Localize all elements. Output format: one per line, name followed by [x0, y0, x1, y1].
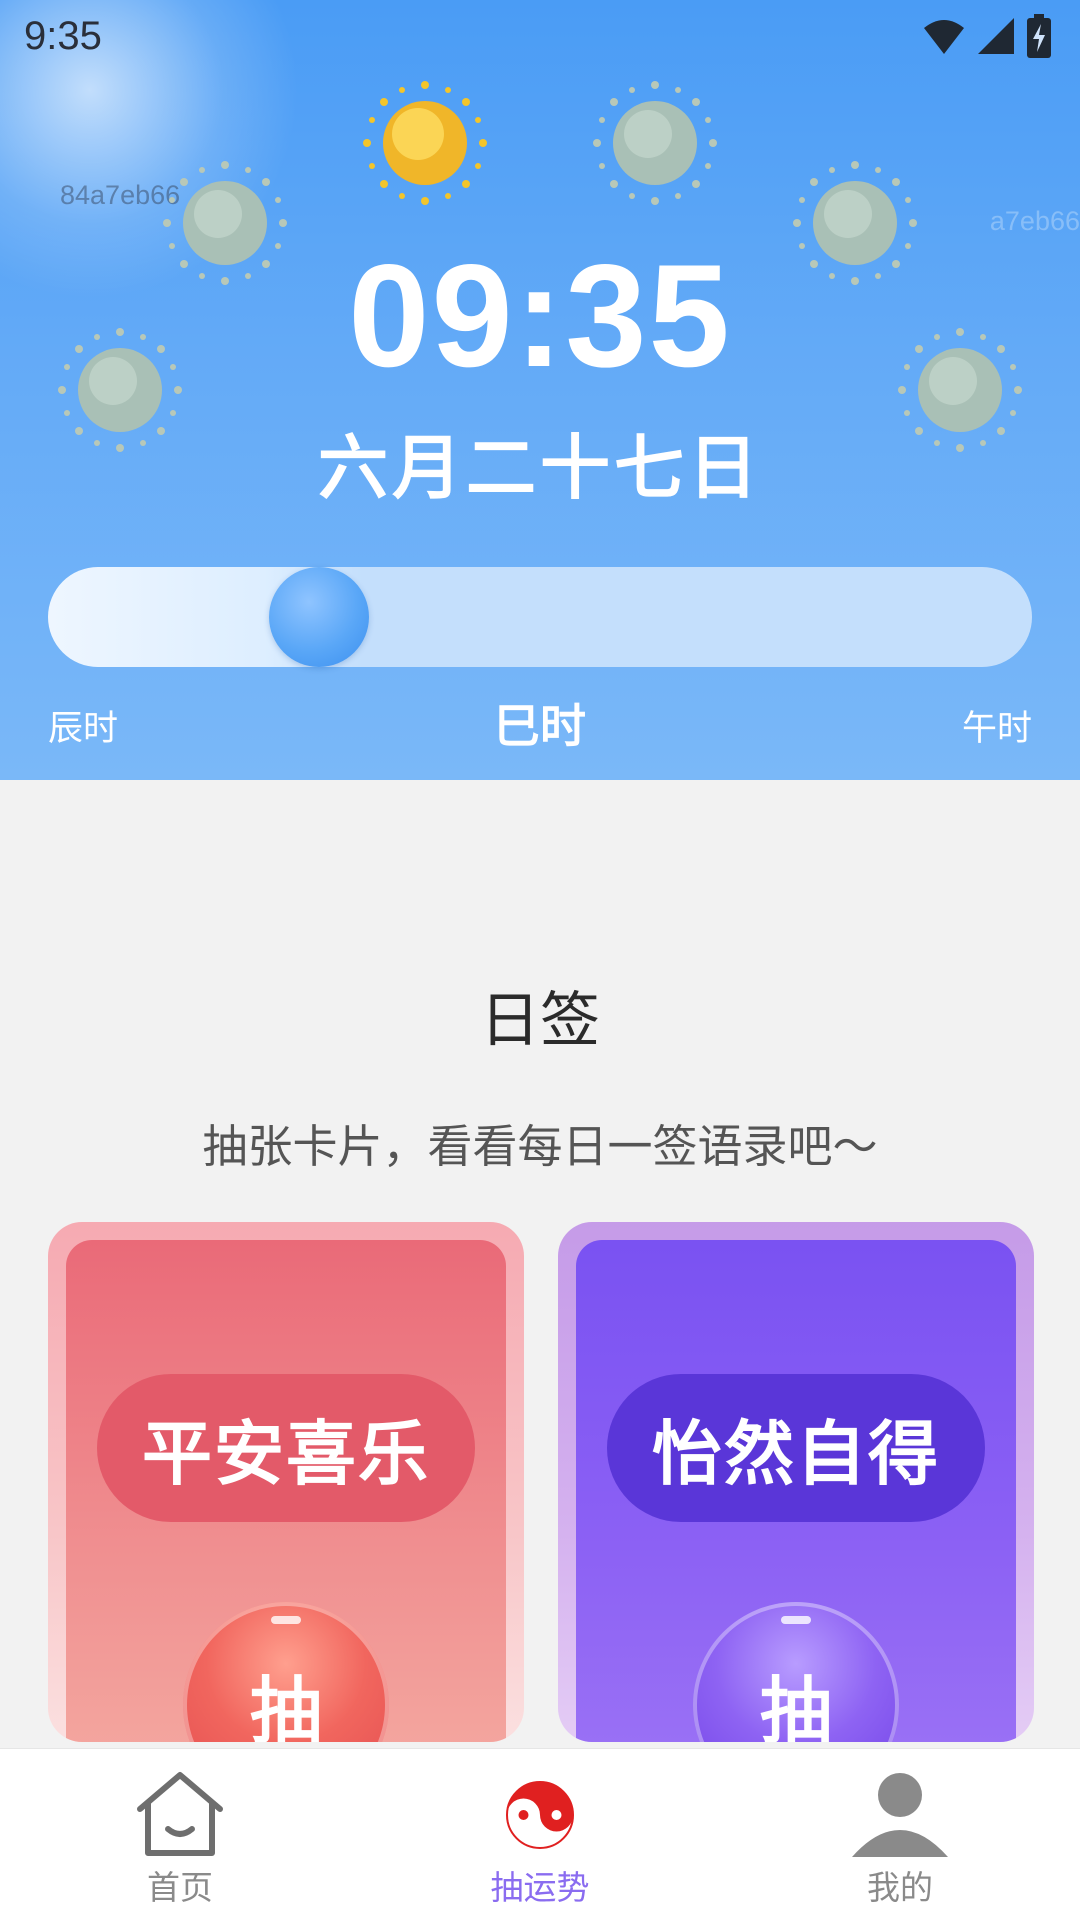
screen: 9:35 84a7eb66 a7eb66 09:35 六月二十七日 辰时 巳时 … [0, 0, 1080, 1920]
hour-slider-track[interactable] [48, 567, 1032, 667]
battery-icon [1027, 14, 1051, 58]
nav-item-fortune[interactable]: 抽运势 [360, 1749, 720, 1920]
signal-icon [978, 18, 1014, 54]
hour-labels: 辰时 巳时 午时 [48, 690, 1032, 753]
wifi-icon [924, 20, 964, 54]
status-icons [922, 14, 1052, 58]
lunar-date: 六月二十七日 [318, 427, 762, 509]
hour-slider-knob[interactable] [269, 567, 369, 667]
home-icon [137, 1772, 223, 1856]
fortune-card[interactable]: 怡然自得 抽 [558, 1222, 1034, 1742]
fortune-card-title: 怡然自得 [607, 1374, 985, 1522]
profile-icon [852, 1773, 948, 1857]
fortune-card-title: 平安喜乐 [97, 1374, 475, 1522]
current-hour-label: 巳时 [494, 699, 586, 753]
section-subtitle: 抽张卡片，看看每日一签语录吧～ [202, 1120, 878, 1173]
clock-time: 09:35 [348, 234, 732, 397]
nav-item-profile[interactable]: 我的 [720, 1749, 1080, 1920]
header-banner: 9:35 84a7eb66 a7eb66 09:35 六月二十七日 辰时 巳时 … [0, 0, 1080, 780]
current-hour-sun-icon [360, 78, 490, 208]
nav-item-home[interactable]: 首页 [0, 1749, 360, 1920]
fortune-card[interactable]: 平安喜乐 抽 [48, 1222, 524, 1742]
section-title: 日签 [480, 986, 600, 1056]
status-bar: 9:35 [0, 0, 1080, 76]
nav-label: 我的 [867, 1868, 933, 1907]
hour-sun-icon [590, 78, 720, 208]
status-time: 9:35 [24, 14, 102, 58]
bottom-nav: 首页 抽运势 我的 [0, 1748, 1080, 1920]
yin-yang-icon [506, 1781, 574, 1849]
nav-label: 抽运势 [490, 1868, 590, 1907]
next-hour-label: 午时 [961, 709, 1032, 749]
nav-label: 首页 [147, 1868, 213, 1907]
